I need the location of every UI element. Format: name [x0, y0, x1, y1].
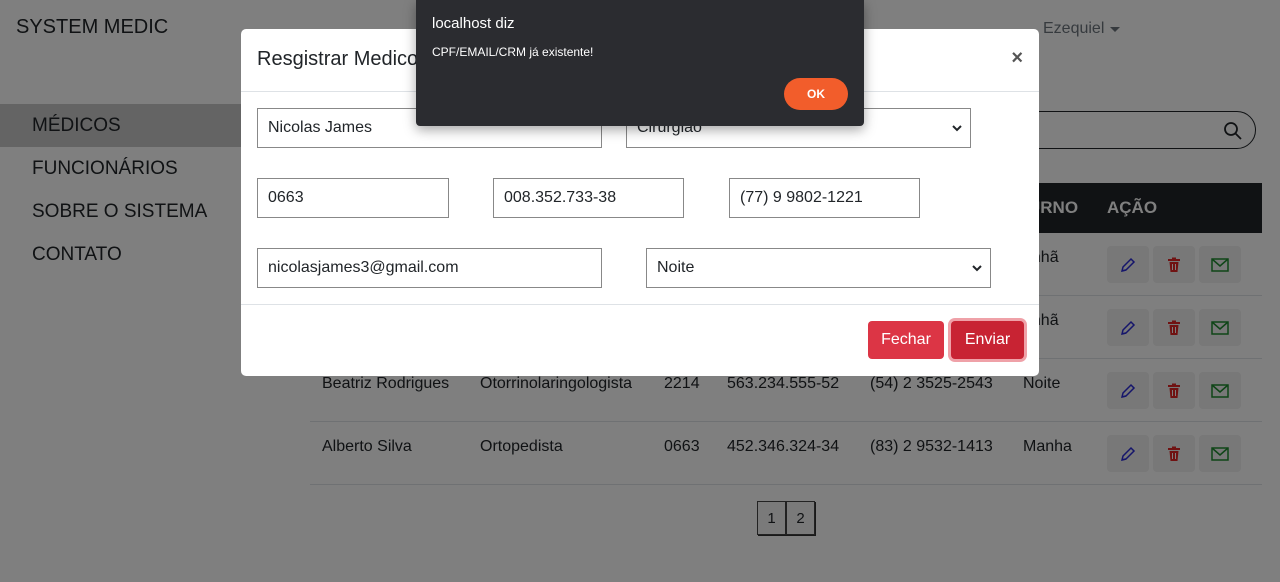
turno-value: Noite — [657, 259, 695, 276]
turno-select[interactable]: Noite — [646, 248, 991, 288]
telefone-input[interactable]: (77) 9 9802-1221 — [729, 178, 920, 218]
crm-input[interactable]: 0663 — [257, 178, 449, 218]
alert-message: CPF/EMAIL/CRM já existente! — [432, 45, 594, 59]
chevron-down-icon — [952, 125, 962, 132]
alert-title: localhost diz — [432, 15, 515, 32]
enviar-button[interactable]: Enviar — [951, 321, 1024, 359]
cpf-input[interactable]: 008.352.733-38 — [493, 178, 684, 218]
browser-alert-dialog: localhost diz CPF/EMAIL/CRM já existente… — [416, 0, 864, 126]
close-icon[interactable]: × — [1011, 47, 1023, 70]
chevron-down-icon — [972, 265, 982, 272]
modal-title: Resgistrar Medico — [257, 48, 419, 70]
email-input[interactable]: nicolasjames3@gmail.com — [257, 248, 602, 288]
fechar-button[interactable]: Fechar — [868, 321, 944, 359]
modal-footer: Fechar Enviar — [241, 304, 1039, 376]
alert-ok-button[interactable]: OK — [784, 78, 848, 110]
